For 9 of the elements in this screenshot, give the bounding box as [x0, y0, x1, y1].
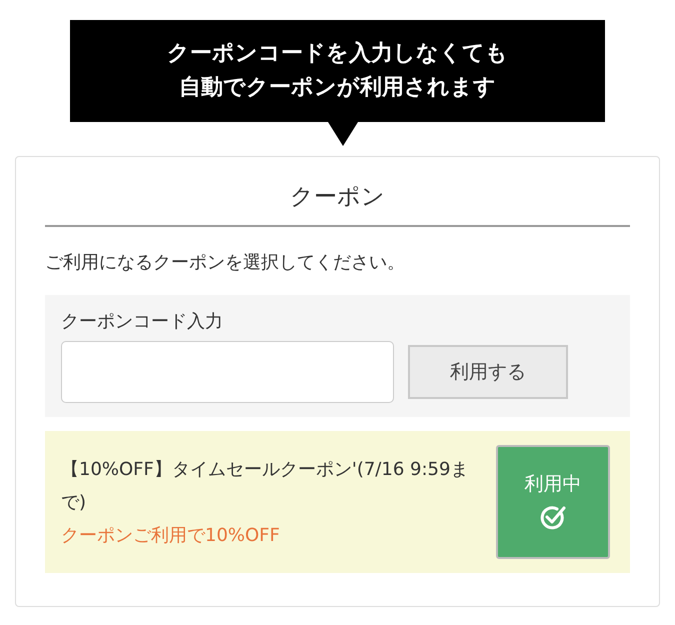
tooltip-text: クーポンコードを入力しなくても	[167, 40, 508, 68]
field-label: クーポンコード入力	[61, 310, 224, 334]
instruction-text: ご利用になるクーポンを選択してください。	[45, 251, 406, 275]
discount-text: クーポンご利用で10%OFF	[61, 524, 281, 548]
apply-button[interactable]: 利用する	[408, 345, 568, 399]
coupon-title: 【10%OFF】タイムセールクーポン'(7/16 9:59まで)	[61, 458, 470, 514]
coupon-code-field[interactable]	[61, 341, 394, 403]
card-title: クーポン	[289, 183, 386, 212]
tooltip-text: 自動でクーポンが利用されます	[179, 74, 496, 102]
